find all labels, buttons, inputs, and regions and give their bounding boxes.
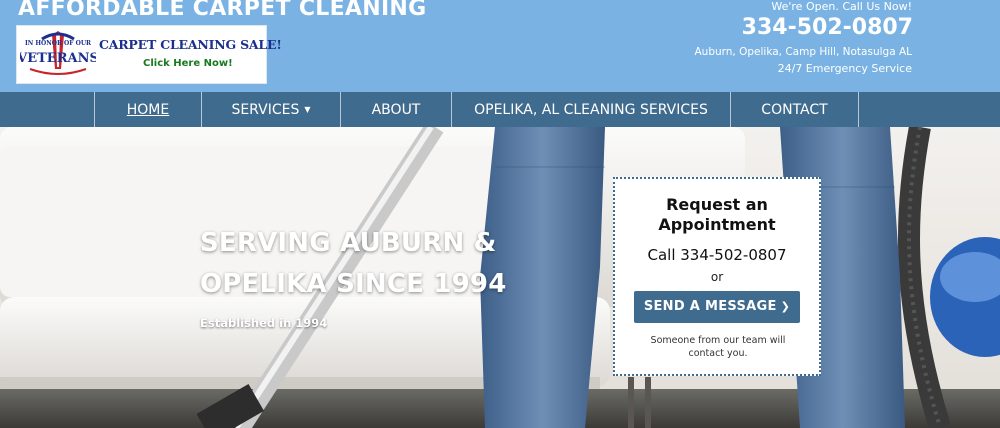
appointment-or: or (710, 270, 724, 284)
appointment-card: Request an Appointment Call 334-502-0807… (613, 177, 821, 376)
send-message-button[interactable]: SEND A MESSAGE ❯ (634, 291, 800, 323)
promo-banner[interactable]: IN HONOR OF OUR VETERANS CARPET CLEANING… (16, 25, 282, 84)
appointment-call[interactable]: Call 334-502-0807 (615, 246, 819, 264)
chevron-right-icon: ❯ (780, 300, 791, 313)
nav-item-contact[interactable]: CONTACT (731, 92, 859, 127)
hero-section: SERVING AUBURN & OPELIKA SINCE 1994 Esta… (0, 127, 1000, 428)
click-here-link[interactable]: Click Here Now! (143, 58, 233, 69)
hero-title: SERVING AUBURN & OPELIKA SINCE 1994 (200, 223, 507, 305)
appointment-note: Someone from our team will contact you. (650, 335, 786, 359)
service-areas: Auburn, Opelika, Camp Hill, Notasulga AL (694, 46, 912, 58)
hero-title-line2: OPELIKA SINCE 1994 (200, 269, 507, 299)
veterans-logo: IN HONOR OF OUR VETERANS (20, 29, 96, 81)
nav-label-services[interactable]: SERVICES (231, 102, 299, 118)
nav-label-home[interactable]: HOME (127, 102, 169, 118)
emergency-service: 24/7 Emergency Service (777, 62, 912, 75)
hero-subtitle: Established in 1994 (200, 316, 328, 330)
main-nav: HOME SERVICES ▼ ABOUT OPELIKA, AL CLEANIN… (0, 92, 1000, 127)
caret-down-icon: ▼ (304, 105, 311, 114)
svg-text:IN HONOR OF OUR: IN HONOR OF OUR (25, 40, 92, 47)
open-notice: We're Open. Call Us Now! (771, 0, 912, 13)
send-message-label[interactable]: SEND A MESSAGE (644, 299, 777, 314)
appointment-title-line1: Request an (666, 195, 768, 214)
nav-item-services[interactable]: SERVICES ▼ (202, 92, 341, 127)
svg-text:VETERANS: VETERANS (20, 51, 96, 66)
hero-title-line1: SERVING AUBURN & (200, 228, 497, 258)
appointment-title-line2: Appointment (658, 215, 776, 234)
nav-label-opelika[interactable]: OPELIKA, AL CLEANING SERVICES (474, 102, 708, 118)
site-header: AFFORDABLE CARPET CLEANING IN HONOR OF O… (0, 0, 1000, 92)
nav-label-contact[interactable]: CONTACT (761, 102, 827, 118)
appointment-title: Request an Appointment (615, 195, 819, 235)
header-phone[interactable]: 334-502-0807 (742, 15, 913, 40)
nav-item-about[interactable]: ABOUT (341, 92, 452, 127)
site-title[interactable]: AFFORDABLE CARPET CLEANING (18, 0, 427, 21)
sale-text[interactable]: CARPET CLEANING SALE! (99, 37, 282, 52)
nav-label-about[interactable]: ABOUT (372, 102, 421, 118)
nav-item-home[interactable]: HOME (95, 92, 202, 127)
nav-item-opelika[interactable]: OPELIKA, AL CLEANING SERVICES (452, 92, 731, 127)
